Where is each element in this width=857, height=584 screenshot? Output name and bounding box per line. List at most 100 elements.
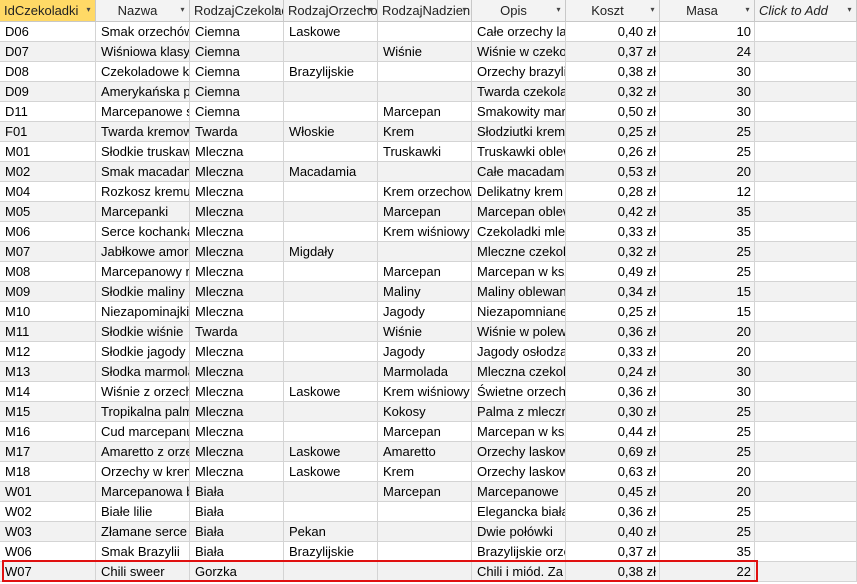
cell-rodzajnadzienia[interactable]: Marcepan [378, 262, 472, 282]
cell-nazwa[interactable]: Smak Brazylii [96, 542, 190, 562]
cell-idczekoladki[interactable]: W02 [0, 502, 96, 522]
cell-idczekoladki[interactable]: M06 [0, 222, 96, 242]
cell-masa[interactable]: 35 [660, 202, 755, 222]
cell-rodzajczekolady[interactable]: Mleczna [190, 202, 284, 222]
cell-masa[interactable]: 25 [660, 122, 755, 142]
cell-opis[interactable]: Czekoladki mleczne [472, 222, 566, 242]
cell-opis[interactable]: Maliny oblewane [472, 282, 566, 302]
cell-empty[interactable] [755, 222, 857, 242]
cell-opis[interactable]: Orzechy laskowe [472, 442, 566, 462]
cell-opis[interactable]: Marcepanowe [472, 482, 566, 502]
cell-rodzajnadzienia[interactable] [378, 562, 472, 582]
cell-idczekoladki[interactable]: W06 [0, 542, 96, 562]
cell-masa[interactable]: 15 [660, 282, 755, 302]
table-row[interactable]: D08Czekoladowe kostkiCiemnaBrazylijskie O… [0, 62, 857, 82]
cell-rodzajczekolady[interactable]: Mleczna [190, 182, 284, 202]
cell-nazwa[interactable]: Rozkosz kremu [96, 182, 190, 202]
cell-rodzajczekolady[interactable]: Ciemna [190, 42, 284, 62]
cell-masa[interactable]: 25 [660, 142, 755, 162]
cell-empty[interactable] [755, 462, 857, 482]
cell-rodzajorzechow[interactable] [284, 202, 378, 222]
cell-rodzajnadzienia[interactable]: Marcepan [378, 482, 472, 502]
table-row[interactable]: M09 Słodkie maliny Mleczna Maliny Maliny obl… [0, 282, 857, 302]
table-row[interactable]: M15Tropikalna palmaMleczna KokosyPalma z … [0, 402, 857, 422]
cell-rodzajorzechow[interactable] [284, 562, 378, 582]
cell-rodzajczekolady[interactable]: Mleczna [190, 442, 284, 462]
cell-koszt[interactable]: 0,24 zł [566, 362, 660, 382]
table-row[interactable]: M07 Jabłkowe amore Mleczna Migdały Mleczne c… [0, 242, 857, 262]
table-row[interactable]: M14Wiśnie z orzechamiMlecznaLaskoweKrem … [0, 382, 857, 402]
cell-nazwa[interactable]: Twarda kremowa [96, 122, 190, 142]
cell-masa[interactable]: 10 [660, 22, 755, 42]
cell-koszt[interactable]: 0,34 zł [566, 282, 660, 302]
cell-koszt[interactable]: 0,50 zł [566, 102, 660, 122]
table-row[interactable]: M12 Słodkie jagody Mleczna Jagody Jagody osł… [0, 342, 857, 362]
cell-nazwa[interactable]: Złamane serce [96, 522, 190, 542]
cell-koszt[interactable]: 0,44 zł [566, 422, 660, 442]
cell-empty[interactable] [755, 382, 857, 402]
cell-koszt[interactable]: 0,49 zł [566, 262, 660, 282]
cell-koszt[interactable]: 0,33 zł [566, 222, 660, 242]
cell-koszt[interactable]: 0,40 zł [566, 522, 660, 542]
cell-nazwa[interactable]: Amerykańska pianka [96, 82, 190, 102]
cell-rodzajnadzienia[interactable]: Jagody [378, 342, 472, 362]
cell-opis[interactable]: Marcepan w kształcie [472, 262, 566, 282]
cell-empty[interactable] [755, 122, 857, 142]
cell-koszt[interactable]: 0,25 zł [566, 122, 660, 142]
cell-rodzajorzechow[interactable]: Laskowe [284, 382, 378, 402]
cell-idczekoladki[interactable]: M14 [0, 382, 96, 402]
table-row[interactable]: M11 Słodkie wiśnie Twarda Wiśnie Wiśnie w po… [0, 322, 857, 342]
cell-opis[interactable]: Słodziutki krem [472, 122, 566, 142]
cell-idczekoladki[interactable]: M16 [0, 422, 96, 442]
cell-empty[interactable] [755, 262, 857, 282]
cell-nazwa[interactable]: Jabłkowe amore [96, 242, 190, 262]
cell-empty[interactable] [755, 22, 857, 42]
cell-idczekoladki[interactable]: D07 [0, 42, 96, 62]
cell-rodzajczekolady[interactable]: Mleczna [190, 222, 284, 242]
cell-masa[interactable]: 24 [660, 42, 755, 62]
cell-koszt[interactable]: 0,37 zł [566, 542, 660, 562]
cell-idczekoladki[interactable]: M10 [0, 302, 96, 322]
cell-opis[interactable]: Świetne orzechy [472, 382, 566, 402]
cell-rodzajorzechow[interactable]: Laskowe [284, 22, 378, 42]
cell-nazwa[interactable]: Smak macadamii [96, 162, 190, 182]
cell-opis[interactable]: Wiśnie w polewie [472, 322, 566, 342]
cell-rodzajnadzienia[interactable] [378, 522, 472, 542]
cell-opis[interactable]: Chili i miód. Za [472, 562, 566, 582]
cell-idczekoladki[interactable]: W01 [0, 482, 96, 502]
cell-nazwa[interactable]: Niezapominajki [96, 302, 190, 322]
cell-rodzajczekolady[interactable]: Gorzka [190, 562, 284, 582]
cell-rodzajnadzienia[interactable] [378, 162, 472, 182]
cell-empty[interactable] [755, 562, 857, 582]
cell-masa[interactable]: 25 [660, 502, 755, 522]
cell-rodzajorzechow[interactable] [284, 422, 378, 442]
cell-rodzajczekolady[interactable]: Biała [190, 522, 284, 542]
cell-nazwa[interactable]: Białe lilie [96, 502, 190, 522]
cell-idczekoladki[interactable]: M04 [0, 182, 96, 202]
cell-nazwa[interactable]: Amaretto z orzechami [96, 442, 190, 462]
cell-rodzajczekolady[interactable]: Ciemna [190, 62, 284, 82]
cell-idczekoladki[interactable]: D08 [0, 62, 96, 82]
cell-idczekoladki[interactable]: M09 [0, 282, 96, 302]
table-row[interactable]: D09Amerykańska piankaCiemna Twarda czekol… [0, 82, 857, 102]
cell-empty[interactable] [755, 342, 857, 362]
header-col-rodzajorzechow[interactable]: RodzajOrzechow ▾ [284, 0, 378, 22]
cell-koszt[interactable]: 0,36 zł [566, 382, 660, 402]
cell-masa[interactable]: 25 [660, 442, 755, 462]
cell-opis[interactable]: Marcepan oblewany [472, 202, 566, 222]
cell-rodzajorzechow[interactable]: Brazylijskie [284, 542, 378, 562]
cell-opis[interactable]: Brazylijskie orzechy [472, 542, 566, 562]
cell-koszt[interactable]: 0,63 zł [566, 462, 660, 482]
cell-rodzajorzechow[interactable] [284, 342, 378, 362]
cell-rodzajorzechow[interactable] [284, 322, 378, 342]
cell-empty[interactable] [755, 162, 857, 182]
cell-opis[interactable]: Delikatny krem [472, 182, 566, 202]
cell-idczekoladki[interactable]: M08 [0, 262, 96, 282]
table-row[interactable]: M05 Marcepanki Mleczna Marcepan Marcepan obl… [0, 202, 857, 222]
cell-rodzajnadzienia[interactable]: Kokosy [378, 402, 472, 422]
cell-empty[interactable] [755, 182, 857, 202]
cell-rodzajorzechow[interactable] [284, 402, 378, 422]
cell-nazwa[interactable]: Wiśniowa klasyka [96, 42, 190, 62]
cell-masa[interactable]: 25 [660, 422, 755, 442]
cell-empty[interactable] [755, 142, 857, 162]
